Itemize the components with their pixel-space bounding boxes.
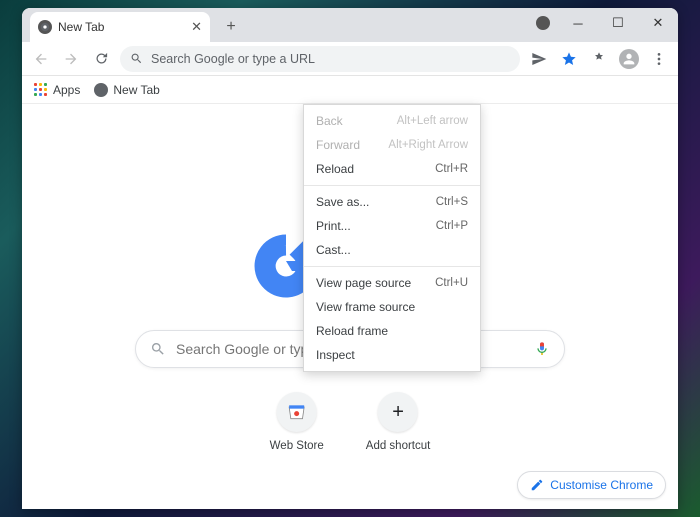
extensions-icon[interactable] [588, 48, 610, 70]
context-menu-shortcut: Ctrl+P [436, 220, 468, 232]
context-menu-label: View frame source [316, 300, 415, 314]
context-menu-label: Cast... [316, 243, 351, 257]
window-controls: ─ ☐ ✕ [528, 8, 678, 38]
mic-icon[interactable] [534, 339, 550, 359]
forward-button[interactable] [60, 48, 82, 70]
send-icon[interactable] [528, 48, 550, 70]
bookmarks-bar: Apps New Tab [22, 76, 678, 104]
context-menu-item[interactable]: Print... Ctrl+P [304, 214, 480, 238]
context-menu-item[interactable]: Cast... [304, 238, 480, 262]
omnibox[interactable]: Search Google or type a URL [120, 46, 520, 72]
context-menu-shortcut: Ctrl+S [436, 196, 468, 208]
browser-tab[interactable]: New Tab ✕ [30, 12, 210, 42]
context-menu-label: Reload frame [316, 324, 388, 338]
shortcut-label: Web Store [270, 440, 324, 452]
context-menu-shortcut: Ctrl+U [435, 277, 468, 289]
context-menu-item[interactable]: Reload Ctrl+R [304, 157, 480, 181]
context-menu-item: Back Alt+Left arrow [304, 109, 480, 133]
globe-icon [94, 83, 108, 97]
context-menu-item: Forward Alt+Right Arrow [304, 133, 480, 157]
omnibox-placeholder: Search Google or type a URL [151, 52, 315, 66]
shortcut-webstore[interactable]: Web Store [270, 392, 324, 452]
context-menu-label: Inspect [316, 348, 355, 362]
ntp-shortcuts: Web Store + Add shortcut [270, 392, 431, 452]
context-menu-item[interactable]: View page source Ctrl+U [304, 271, 480, 295]
titlebar: New Tab ✕ + ─ ☐ ✕ [22, 8, 678, 42]
context-menu-item[interactable]: Save as... Ctrl+S [304, 190, 480, 214]
context-menu-shortcut: Alt+Right Arrow [388, 139, 468, 151]
profile-avatar[interactable] [618, 48, 640, 70]
plus-icon: + [378, 392, 418, 432]
customise-label: Customise Chrome [550, 478, 653, 492]
back-button[interactable] [30, 48, 52, 70]
close-window-button[interactable]: ✕ [638, 8, 678, 38]
context-menu-shortcut: Ctrl+R [435, 163, 468, 175]
bookmark-newtab[interactable]: New Tab [94, 83, 159, 97]
apps-grid-icon [34, 83, 48, 97]
search-icon [150, 341, 166, 357]
shortcut-add[interactable]: + Add shortcut [366, 392, 431, 452]
browser-window: New Tab ✕ + ─ ☐ ✕ Search Google or type … [22, 8, 678, 509]
search-icon [130, 52, 143, 65]
shortcut-label: Add shortcut [366, 440, 431, 452]
new-tab-button[interactable]: + [218, 14, 244, 40]
apps-label: Apps [53, 83, 80, 97]
context-menu-shortcut: Alt+Left arrow [397, 115, 468, 127]
context-menu: Back Alt+Left arrow Forward Alt+Right Arrow… [303, 104, 481, 372]
context-menu-label: Forward [316, 138, 360, 152]
context-menu-label: Reload [316, 162, 354, 176]
apps-shortcut[interactable]: Apps [34, 83, 80, 97]
pencil-icon [530, 478, 544, 492]
tab-title: New Tab [58, 20, 104, 34]
account-badge-icon[interactable] [528, 8, 558, 38]
bookmark-label: New Tab [113, 83, 159, 97]
context-menu-label: Print... [316, 219, 351, 233]
context-menu-item[interactable]: View frame source [304, 295, 480, 319]
menu-kebab-icon[interactable] [648, 48, 670, 70]
minimize-button[interactable]: ─ [558, 8, 598, 38]
reload-button[interactable] [90, 48, 112, 70]
context-menu-item[interactable]: Reload frame [304, 319, 480, 343]
page-content: Search Google or type a URL Web Store + … [22, 104, 678, 509]
customise-chrome-button[interactable]: Customise Chrome [517, 471, 666, 499]
webstore-icon [277, 392, 317, 432]
toolbar: Search Google or type a URL [22, 42, 678, 76]
context-menu-label: Back [316, 114, 343, 128]
context-menu-item[interactable]: Inspect [304, 343, 480, 367]
bookmark-star-icon[interactable] [558, 48, 580, 70]
maximize-button[interactable]: ☐ [598, 8, 638, 38]
tab-favicon [38, 20, 52, 34]
tab-close-icon[interactable]: ✕ [191, 19, 202, 35]
context-menu-label: Save as... [316, 195, 369, 209]
context-menu-label: View page source [316, 276, 411, 290]
